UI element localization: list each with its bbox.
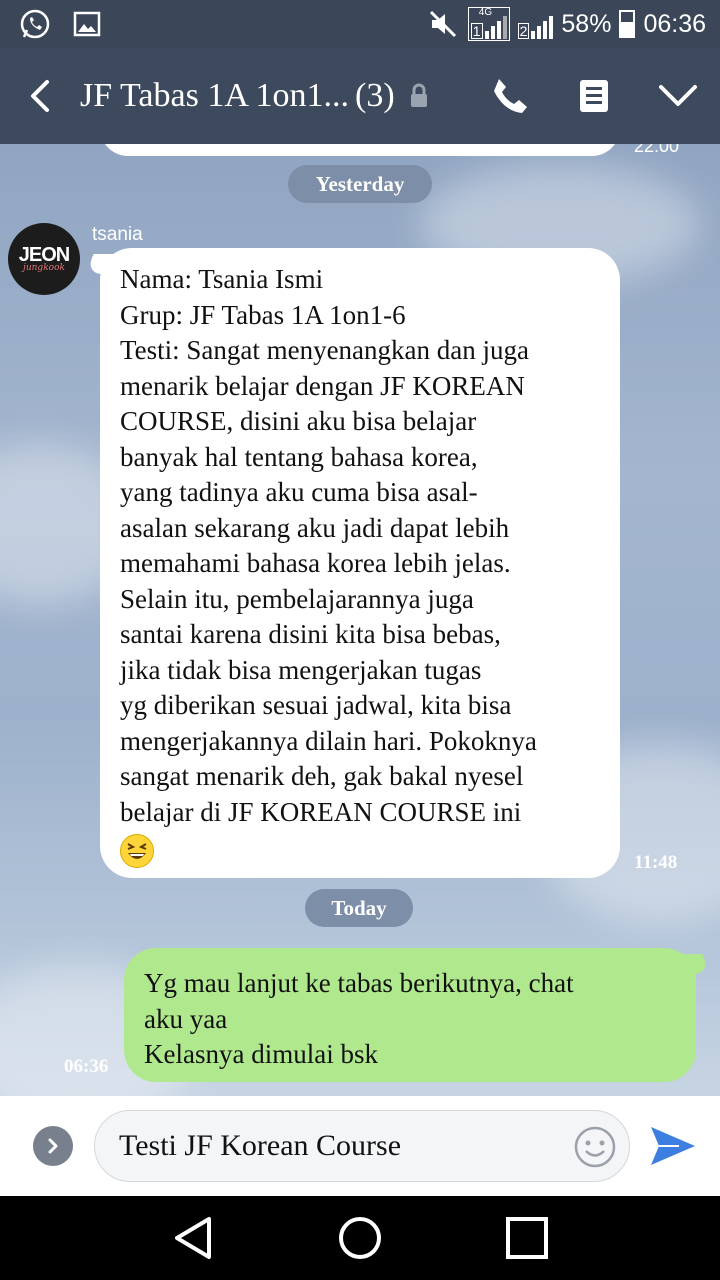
- message-line: belajar di JF KOREAN COURSE ini: [120, 796, 522, 827]
- chat-title[interactable]: JF Tabas 1A 1on1... (3): [80, 77, 429, 115]
- mute-icon: [426, 7, 460, 41]
- emoji-icon: [574, 1126, 616, 1168]
- message-line: sangat menarik deh, gak bakal nyesel: [120, 761, 524, 791]
- sim2-label: 2: [517, 23, 530, 39]
- notes-button[interactable]: [552, 48, 636, 144]
- message-line: Yg mau lanjut ke tabas berikutnya, chat: [144, 968, 574, 998]
- date-separator-today: Today: [305, 889, 413, 927]
- previous-message-time: 22:00: [634, 144, 680, 156]
- grinning-squinting-face-icon: [120, 833, 154, 868]
- whatsapp-icon: [18, 7, 52, 41]
- avatar-subtext: jungkook: [23, 263, 65, 273]
- message-line: aku yaa: [144, 1003, 228, 1034]
- message-line: Grup: JF Tabas 1A 1on1-6: [120, 299, 406, 330]
- incoming-message-bubble[interactable]: Nama: Tsania Ismi Grup: JF Tabas 1A 1on1…: [82, 248, 620, 878]
- signal-icon: 4G 1: [467, 7, 510, 41]
- back-button[interactable]: [0, 48, 80, 144]
- system-nav-bar: [0, 1196, 720, 1280]
- message-line: Testi: Sangat menyenangkan dan juga: [120, 335, 529, 365]
- signal-icon-sim2: 2: [517, 9, 554, 39]
- nav-back-button[interactable]: [163, 1208, 223, 1268]
- expand-icon: [48, 1138, 58, 1154]
- message-input-value: Testi JF Korean Course: [119, 1129, 402, 1162]
- message-input[interactable]: Testi JF Korean Course: [94, 1110, 630, 1182]
- message-line: Selain itu, pembelajarannya juga: [120, 583, 474, 614]
- message-line: Nama: Tsania Ismi: [120, 264, 324, 294]
- nav-home-button[interactable]: [330, 1208, 390, 1268]
- expand-button[interactable]: [33, 1126, 73, 1166]
- message-line: jika tidak bisa mengerjakan tugas: [120, 654, 482, 685]
- call-icon: [494, 79, 527, 113]
- message-line: yg diberikan sesuai jadwal, kita bisa: [120, 690, 512, 720]
- message-line: Kelasnya dimulai bsk: [144, 1039, 378, 1069]
- message-line: mengerjakannya dilain hari. Pokoknya: [120, 725, 537, 756]
- status-time: 06:36: [643, 9, 706, 38]
- chevron-down-icon: [659, 85, 697, 106]
- incoming-message-time: 11:48: [634, 852, 678, 873]
- member-count: (3): [355, 77, 395, 114]
- sender-name: tsania: [92, 224, 143, 245]
- notes-icon: [580, 80, 608, 112]
- image-icon: [70, 7, 104, 41]
- status-bar: 4G 1 2 58% 06:36: [0, 0, 720, 48]
- avatar-text: JEON: [18, 244, 70, 266]
- outgoing-message-bubble[interactable]: Yg mau lanjut ke tabas berikutnya, chat …: [124, 948, 714, 1082]
- avatar[interactable]: JEON jungkook: [8, 223, 80, 295]
- menu-button[interactable]: [636, 48, 720, 144]
- chat-title-text: JF Tabas 1A 1on1...: [80, 77, 350, 114]
- message-line: yang tadinya aku cuma bisa asal-: [120, 477, 478, 507]
- message-line: banyak hal tentang bahasa korea,: [120, 441, 478, 472]
- emoji-button[interactable]: [573, 1125, 617, 1169]
- battery-icon: [619, 10, 636, 38]
- send-button[interactable]: [648, 1121, 698, 1171]
- recents-square-icon: [505, 1217, 548, 1259]
- back-triangle-icon: [175, 1217, 212, 1259]
- message-line: COURSE, disini aku bisa belajar: [120, 406, 477, 436]
- previous-message-bubble[interactable]: [100, 144, 620, 156]
- back-icon: [31, 80, 49, 112]
- bubble-tail: [82, 254, 118, 274]
- bubble-tail: [678, 954, 714, 974]
- outgoing-message-time: 06:36: [64, 1056, 109, 1077]
- chat-header: JF Tabas 1A 1on1... (3): [0, 48, 720, 144]
- home-circle-icon: [338, 1217, 381, 1259]
- network-type: 4G: [478, 7, 493, 18]
- message-input-bar: Testi JF Korean Course: [0, 1096, 720, 1196]
- date-separator-yesterday: Yesterday: [288, 165, 432, 203]
- chat-area[interactable]: 22:00 Yesterday JEON jungkook tsania Nam…: [0, 144, 720, 1096]
- nav-recents-button[interactable]: [497, 1208, 557, 1268]
- message-line: menarik belajar dengan JF KOREAN: [120, 370, 525, 401]
- message-line: asalan sekarang aku jadi dapat lebih: [120, 512, 510, 543]
- call-button[interactable]: [468, 48, 552, 144]
- message-line: santai karena disini kita bisa bebas,: [120, 619, 501, 649]
- send-icon: [651, 1127, 695, 1165]
- lock-icon: [409, 83, 429, 109]
- message-line: memahami bahasa korea lebih jelas.: [120, 548, 511, 578]
- battery-percent: 58%: [561, 9, 612, 38]
- sim1-label: 1: [470, 23, 483, 39]
